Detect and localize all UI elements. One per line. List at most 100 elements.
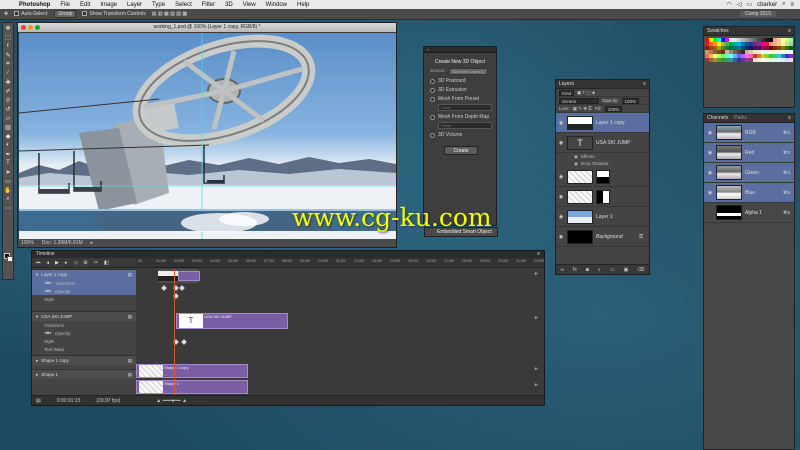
- option-3d-postcard[interactable]: 3D Postcard: [424, 75, 496, 84]
- menu-3d[interactable]: 3D: [220, 2, 238, 8]
- track-style-2[interactable]: Style: [32, 337, 136, 345]
- tab-swatches[interactable]: Swatches: [707, 28, 729, 34]
- dodge-tool-icon[interactable]: ◐: [3, 141, 13, 149]
- layer-effects-row[interactable]: ◉ Effects: [556, 153, 649, 160]
- auto-select-checkbox[interactable]: Auto-Select:: [14, 11, 48, 17]
- lasso-tool-icon[interactable]: ℓ: [3, 42, 13, 50]
- background-color[interactable]: [7, 256, 13, 262]
- shape-1-copy-clip[interactable]: Shape 1 copy: [136, 364, 248, 378]
- crop-tool-icon[interactable]: ⌗: [3, 60, 13, 68]
- blend-mode-dropdown[interactable]: Screen: [559, 97, 599, 104]
- radio-icon[interactable]: [430, 132, 435, 138]
- panel-menu-icon[interactable]: ≡: [788, 115, 794, 121]
- align-icons[interactable]: ▤ ▥ ▦ ▧ ▨ ▩: [152, 11, 187, 17]
- more-tools-icon[interactable]: ⋯: [3, 204, 13, 212]
- mask-icon[interactable]: ◙: [586, 267, 589, 273]
- show-transform-checkbox[interactable]: Show Transform Controls: [82, 11, 146, 17]
- radio-icon[interactable]: [430, 114, 435, 120]
- quick-select-tool-icon[interactable]: ✎: [3, 51, 13, 59]
- keyframe[interactable]: [161, 285, 167, 291]
- usa-ski-jump-clip[interactable]: T USA SKI JUMP: [176, 313, 288, 329]
- list-icon[interactable]: ≡: [790, 2, 794, 8]
- zoom-tool-icon[interactable]: ⌕: [3, 195, 13, 203]
- hand-tool-icon[interactable]: ✋: [3, 186, 13, 194]
- menu-type[interactable]: Type: [147, 2, 170, 8]
- option-3d-volume[interactable]: 3D Volume: [424, 129, 496, 138]
- minimize-icon[interactable]: [28, 25, 33, 30]
- zoom-level[interactable]: 100%: [21, 240, 34, 246]
- eye-icon[interactable]: ◉: [574, 154, 578, 160]
- track-text-warp[interactable]: Text Warp: [32, 345, 136, 353]
- gradient-tool-icon[interactable]: ▥: [3, 123, 13, 131]
- track-layer-1-copy[interactable]: ▾ Layer 1 copy ▤: [32, 269, 136, 279]
- eye-icon[interactable]: ◉: [558, 174, 564, 180]
- timeline-ruler[interactable]: 00 01:00f 02:00f 03:00f 04:00f 05:00f 06:00f 07…: [136, 258, 544, 268]
- eyedropper-tool-icon[interactable]: ⁄: [3, 69, 13, 77]
- menu-edit[interactable]: Edit: [75, 2, 95, 8]
- playhead[interactable]: [174, 269, 175, 397]
- eye-icon[interactable]: ◉: [707, 170, 713, 176]
- menu-image[interactable]: Image: [95, 2, 122, 8]
- preset-dropdown[interactable]: Cone: [438, 104, 492, 111]
- panel-menu-icon[interactable]: ≡: [643, 81, 649, 87]
- tab-paths[interactable]: Paths: [734, 115, 747, 121]
- swatch-grid[interactable]: [704, 36, 794, 64]
- panel-menu-icon[interactable]: ≡: [537, 251, 540, 258]
- channel-row-blue[interactable]: ◉ Blue ⌘5: [704, 183, 794, 203]
- pen-tool-icon[interactable]: ✒: [3, 150, 13, 158]
- user-name[interactable]: cbarker: [757, 2, 777, 8]
- document-titlebar[interactable]: working_1.psd @ 100% (Layer 1 copy, RGB/…: [18, 23, 396, 32]
- track-opacity-2[interactable]: ◂◆▸ Opacity: [32, 329, 136, 337]
- move-tool-icon[interactable]: ✥: [3, 24, 13, 32]
- add-media-icon[interactable]: +: [534, 366, 538, 373]
- radio-icon[interactable]: [430, 78, 435, 84]
- source-dropdown[interactable]: Selected Layer(s): [448, 68, 488, 75]
- track-usa-ski-jump[interactable]: ▾ USA SKI JUMP ▤: [32, 311, 136, 321]
- eye-icon[interactable]: ◉: [707, 130, 713, 136]
- move-tool-icon[interactable]: ✥: [4, 11, 8, 17]
- split-icon[interactable]: ✂: [94, 260, 98, 266]
- shape-1-clip[interactable]: Shape 1: [136, 380, 248, 394]
- add-media-icon[interactable]: +: [534, 382, 538, 389]
- wifi-icon[interactable]: ◠: [727, 1, 732, 8]
- trash-icon[interactable]: ⌫: [637, 267, 644, 273]
- shape-tool-icon[interactable]: ▭: [3, 177, 13, 185]
- play-icon[interactable]: ▶: [55, 260, 59, 266]
- track-shape-1-copy[interactable]: ▸ Shape 1 copy ▤: [32, 355, 136, 365]
- status-arrow-icon[interactable]: ▸: [91, 240, 94, 246]
- timeline-header[interactable]: Timeline ≡: [32, 251, 544, 258]
- add-media-icon[interactable]: +: [534, 315, 538, 322]
- settings-icon[interactable]: ⚙: [83, 260, 87, 266]
- radio-icon[interactable]: [430, 96, 435, 102]
- transition-icon[interactable]: ◧: [104, 260, 109, 266]
- history-brush-tool-icon[interactable]: ↺: [3, 105, 13, 113]
- menu-file[interactable]: File: [55, 2, 75, 8]
- menu-filter[interactable]: Filter: [197, 2, 220, 8]
- blur-tool-icon[interactable]: ◆: [3, 132, 13, 140]
- fill-field[interactable]: 100%: [604, 105, 623, 112]
- track-transform[interactable]: ◂◆▸ Transform: [32, 279, 136, 287]
- search-icon[interactable]: ⌕: [782, 1, 785, 8]
- current-timecode[interactable]: 0:00:01:15: [57, 398, 81, 404]
- keyframe[interactable]: [179, 285, 185, 291]
- eye-icon[interactable]: ◉: [558, 194, 564, 200]
- depth-map-dropdown[interactable]: Plane: [438, 122, 492, 129]
- audio-icon[interactable]: ◁: [73, 260, 77, 266]
- layer-row-layer-1[interactable]: ◉ Layer 1: [556, 207, 649, 227]
- menu-help[interactable]: Help: [292, 2, 314, 8]
- film-icon[interactable]: ▤: [128, 272, 136, 278]
- channel-row-alpha-1[interactable]: Alpha 1 ⌘6: [704, 203, 794, 223]
- keyframe[interactable]: [181, 339, 187, 345]
- type-tool-icon[interactable]: T: [3, 159, 13, 167]
- keyframe-nav-icon[interactable]: ◂◆▸: [44, 330, 52, 336]
- eye-icon[interactable]: ◉: [558, 234, 564, 240]
- layer-row-shape-1[interactable]: ◉: [556, 187, 649, 207]
- brush-tool-icon[interactable]: ✐: [3, 87, 13, 95]
- filter-icons[interactable]: ▣ T ▢ ◈: [577, 90, 595, 96]
- layer-row-shape-1-copy[interactable]: ◉: [556, 167, 649, 187]
- new-layer-icon[interactable]: ▣: [624, 267, 629, 273]
- auto-select-dropdown[interactable]: Group: [54, 10, 77, 18]
- marquee-tool-icon[interactable]: ⬚: [3, 33, 13, 41]
- film-icon[interactable]: ▤: [128, 372, 136, 378]
- menu-photoshop[interactable]: Photoshop: [14, 2, 55, 8]
